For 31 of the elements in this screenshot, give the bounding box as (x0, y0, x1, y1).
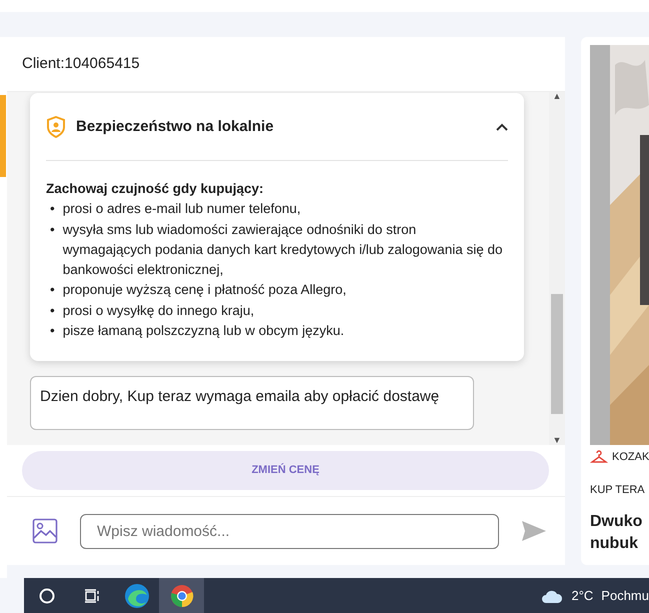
browser-icon[interactable] (170, 584, 194, 608)
message-bubble: Dzien dobry, Kup teraz wymaga emaila aby opłacić dostawę (30, 376, 474, 430)
card-title: Bezpieczeństwo na lokalnie (76, 118, 275, 136)
list-bullet: • (50, 302, 55, 320)
temperature[interactable]: 2°C (571, 586, 594, 606)
hanger-icon (590, 450, 608, 464)
chevron-up-icon[interactable] (496, 122, 508, 130)
scrollbar-thumb[interactable] (551, 294, 563, 414)
warning-item: prosi o adres e-mail lub numer telefonu, (62, 200, 301, 218)
circle-icon[interactable] (38, 588, 54, 604)
change-price-button[interactable]: ZMIEŃ CENĘ (22, 451, 549, 490)
warning-item: proponuje wyższą cenę i płatność poza Allegro, (62, 281, 346, 300)
scroll-up-arrow[interactable]: ▲ (552, 92, 562, 101)
list-bullet: • (50, 200, 55, 218)
list-bullet: • (50, 220, 55, 238)
list-bullet: • (50, 322, 55, 340)
message-field[interactable]: Wpisz wiadomość... (80, 514, 499, 548)
task-view-icon[interactable] (84, 588, 100, 604)
image-icon[interactable] (32, 518, 58, 544)
warning-lead: Zachowaj czujność gdy kupujący: (46, 180, 265, 198)
scroll-down-arrow[interactable]: ▼ (552, 436, 562, 445)
browser-icon[interactable] (124, 582, 150, 608)
client-id: Client:104065415 (22, 54, 140, 74)
warning-item: prosi o wysyłkę do innego kraju, (62, 302, 254, 320)
shield-person-icon (46, 116, 66, 138)
offer-title[interactable]: Dwuko nubuk (590, 510, 645, 556)
list-bullet: • (50, 281, 55, 300)
weather-text[interactable]: Pochmu (601, 586, 649, 606)
category-label: KOZAK (612, 450, 649, 465)
warning-item: pisze łamaną polszczyzną lub w obcym języku. (62, 322, 344, 340)
offer-type: KUP TERA (590, 482, 645, 498)
